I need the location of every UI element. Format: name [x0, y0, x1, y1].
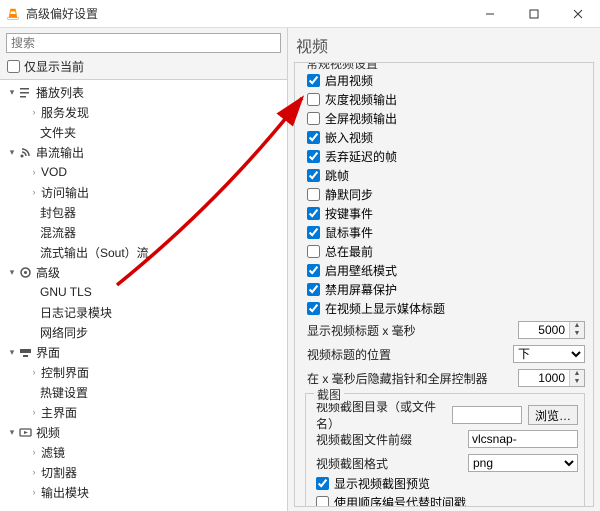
check-disable-screensaver[interactable]: 禁用屏幕保护 — [303, 280, 585, 298]
spin-up-icon[interactable]: ▲ — [570, 322, 584, 330]
title-position-select[interactable]: 下 — [513, 345, 585, 363]
tree-item-folder[interactable]: 文件夹 — [0, 122, 287, 142]
check-embedded[interactable]: 嵌入视频 — [303, 128, 585, 146]
field-snapshot-dir: 视频截图目录（或文件名） 浏览… — [312, 404, 578, 426]
collapse-icon[interactable]: ▾ — [6, 87, 18, 98]
collapse-icon[interactable]: ▾ — [6, 347, 18, 358]
hide-cursor-spinner[interactable]: ▲▼ — [518, 369, 585, 387]
left-panel: 仅显示当前 ▾播放列表 ›服务发现 文件夹 ▾串流输出 ›VOD ›访问输出 封… — [0, 28, 288, 511]
expand-icon[interactable]: › — [30, 187, 38, 197]
right-panel: 视频 常规视频设置 启用视频 灰度视频输出 全屏视频输出 嵌入视频 丢弃延迟的帧… — [288, 28, 600, 511]
field-snapshot-format: 视频截图格式 png — [312, 452, 578, 474]
check-wallpaper-mode[interactable]: 启用壁纸模式 — [303, 261, 585, 279]
collapse-icon[interactable]: ▾ — [6, 427, 18, 438]
expand-icon[interactable]: › — [30, 487, 38, 497]
close-button[interactable] — [556, 0, 600, 27]
only-current-checkbox[interactable]: 仅显示当前 — [0, 56, 287, 79]
tree-item-access-output[interactable]: ›访问输出 — [0, 182, 287, 202]
tree-item-muxer[interactable]: 混流器 — [0, 222, 287, 242]
check-snapshot-preview[interactable]: 显示视频截图预览 — [312, 474, 578, 492]
check-snapshot-sequential[interactable]: 使用顺序编号代替时间戳 — [312, 493, 578, 507]
expand-icon[interactable]: › — [30, 167, 38, 177]
expand-icon[interactable]: › — [30, 407, 38, 417]
check-grayscale[interactable]: 灰度视频输出 — [303, 90, 585, 108]
check-key-events[interactable]: 按键事件 — [303, 204, 585, 222]
minimize-button[interactable] — [468, 0, 512, 27]
field-snapshot-prefix: 视频截图文件前缀 — [312, 428, 578, 450]
tree-item-interface[interactable]: ▾界面 — [0, 342, 287, 362]
tree-item-hotkeys[interactable]: 热键设置 — [0, 382, 287, 402]
tree-item-logging[interactable]: 日志记录模块 — [0, 302, 287, 322]
field-show-title-ms: 显示视频标题 x 毫秒 ▲▼ — [303, 319, 585, 341]
field-hide-cursor: 在 x 毫秒后隐藏指针和全屏控制器 ▲▼ — [303, 367, 585, 389]
playlist-icon — [18, 85, 32, 99]
tree-item-gnu-tls[interactable]: GNU TLS — [0, 282, 287, 302]
tree-item-netsync[interactable]: 网络同步 — [0, 322, 287, 342]
search-input[interactable] — [6, 33, 281, 53]
collapse-icon[interactable]: ▾ — [6, 267, 18, 278]
spin-down-icon[interactable]: ▼ — [570, 330, 584, 338]
app-icon — [6, 7, 20, 21]
check-mouse-events[interactable]: 鼠标事件 — [303, 223, 585, 241]
page-title: 视频 — [288, 28, 600, 60]
snapshot-prefix-input[interactable] — [468, 430, 578, 448]
tree-item-output-modules[interactable]: ›输出模块 — [0, 482, 287, 502]
expand-icon[interactable]: › — [30, 467, 38, 477]
titlebar: 高级偏好设置 — [0, 0, 600, 28]
check-enable-video[interactable]: 启用视频 — [303, 71, 585, 89]
tree-item-stream-output[interactable]: ▾串流输出 — [0, 142, 287, 162]
tree-item-video[interactable]: ▾视频 — [0, 422, 287, 442]
collapse-icon[interactable]: ▾ — [6, 147, 18, 158]
check-fullscreen-output[interactable]: 全屏视频输出 — [303, 109, 585, 127]
expand-icon[interactable]: › — [30, 107, 38, 117]
spin-down-icon[interactable]: ▼ — [570, 378, 584, 386]
check-drop-late[interactable]: 丢弃延迟的帧 — [303, 147, 585, 165]
check-quiet-sync[interactable]: 静默同步 — [303, 185, 585, 203]
gear-icon — [18, 265, 32, 279]
check-show-media-title[interactable]: 在视频上显示媒体标题 — [303, 299, 585, 317]
tree-item-control-interface[interactable]: ›控制界面 — [0, 362, 287, 382]
snapshot-group: 截图 视频截图目录（或文件名） 浏览… 视频截图文件前缀 视频截图格式 png … — [305, 393, 585, 507]
settings-tree[interactable]: ▾播放列表 ›服务发现 文件夹 ▾串流输出 ›VOD ›访问输出 封包器 混流器… — [0, 79, 287, 511]
snapshot-dir-input[interactable] — [452, 406, 522, 424]
tree-item-service-discovery[interactable]: ›服务发现 — [0, 102, 287, 122]
tree-item-main-interface[interactable]: ›主界面 — [0, 402, 287, 422]
tree-item-playlist[interactable]: ▾播放列表 — [0, 82, 287, 102]
check-always-on-top[interactable]: 总在最前 — [303, 242, 585, 260]
group-label: 常规视频设置 — [303, 62, 381, 72]
check-skip-frames[interactable]: 跳帧 — [303, 166, 585, 184]
tree-item-sout-stream[interactable]: 流式输出（Sout）流 — [0, 242, 287, 262]
interface-icon — [18, 345, 32, 359]
field-title-position: 视频标题的位置 下 — [303, 343, 585, 365]
tree-item-splitter[interactable]: ›切割器 — [0, 462, 287, 482]
window-title: 高级偏好设置 — [26, 5, 468, 22]
tree-item-filters[interactable]: ›滤镜 — [0, 442, 287, 462]
tree-item-vod[interactable]: ›VOD — [0, 162, 287, 182]
tree-item-advanced[interactable]: ▾高级 — [0, 262, 287, 282]
general-video-group: 常规视频设置 启用视频 灰度视频输出 全屏视频输出 嵌入视频 丢弃延迟的帧 跳帧… — [294, 62, 594, 507]
video-icon — [18, 425, 32, 439]
maximize-button[interactable] — [512, 0, 556, 27]
show-title-ms-spinner[interactable]: ▲▼ — [518, 321, 585, 339]
expand-icon[interactable]: › — [30, 447, 38, 457]
stream-icon — [18, 145, 32, 159]
snapshot-format-select[interactable]: png — [468, 454, 578, 472]
expand-icon[interactable]: › — [30, 367, 38, 377]
browse-button[interactable]: 浏览… — [528, 405, 578, 425]
tree-item-packetizer[interactable]: 封包器 — [0, 202, 287, 222]
spin-up-icon[interactable]: ▲ — [570, 370, 584, 378]
